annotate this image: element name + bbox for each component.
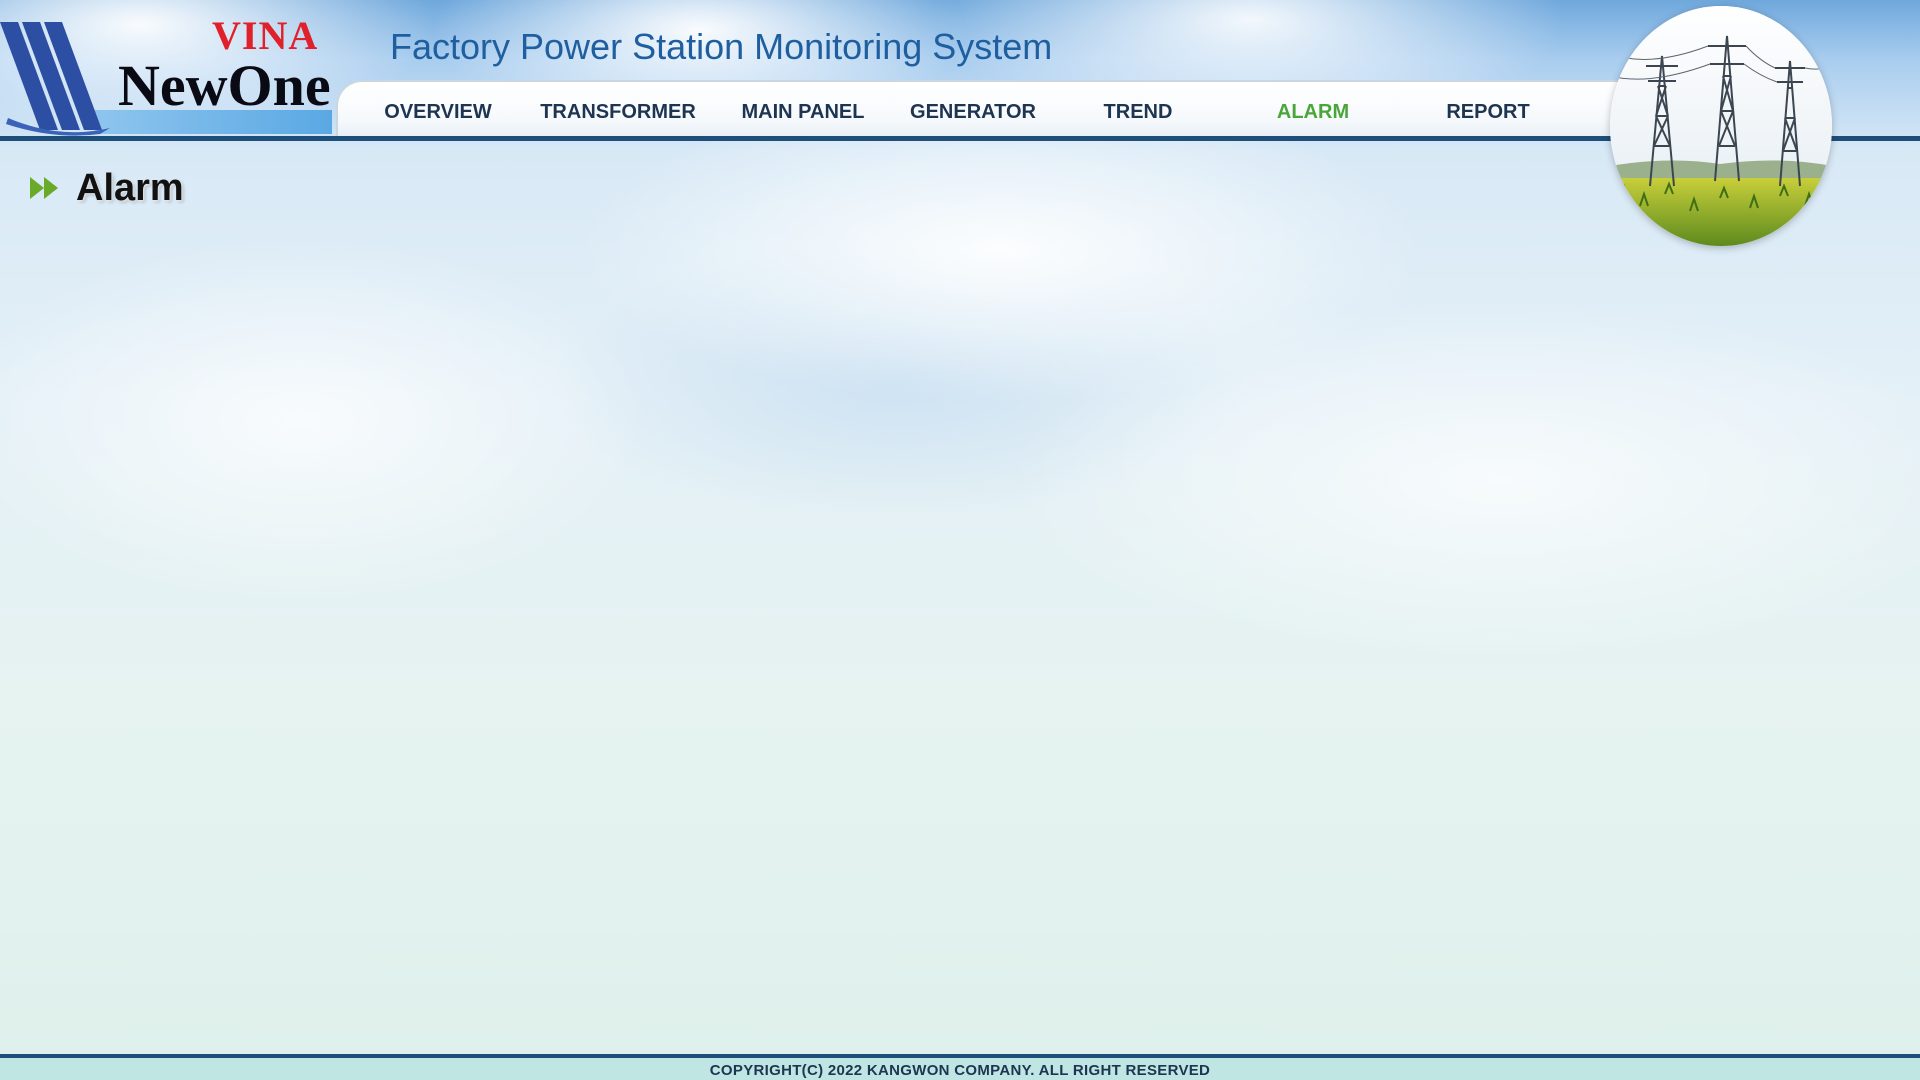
page-title: Alarm (76, 166, 184, 209)
footer: COPYRIGHT(C) 2022 KANGWON COMPANY. ALL R… (0, 1058, 1920, 1080)
power-tower-icon (1610, 6, 1832, 246)
page-heading: Alarm (28, 165, 184, 211)
nav-generator[interactable]: GENERATOR (898, 82, 1048, 138)
app-title: Factory Power Station Monitoring System (390, 26, 1053, 67)
main-nav: OVERVIEW TRANSFORMER MAIN PANEL GENERATO… (336, 80, 1636, 136)
nav-trend[interactable]: TREND (1083, 82, 1193, 138)
copyright-text: COPYRIGHT(C) 2022 KANGWON COMPANY. ALL R… (709, 1062, 1211, 1079)
logo-text-newone: NewOne (118, 53, 331, 118)
page: VINA NewOne Factory Power Station Monito… (0, 0, 1920, 1080)
header: VINA NewOne Factory Power Station Monito… (0, 0, 1920, 246)
nav-overview[interactable]: OVERVIEW (368, 82, 508, 138)
nav-transformer[interactable]: TRANSFORMER (538, 82, 698, 138)
company-logo[interactable]: VINA NewOne (0, 0, 335, 136)
nav-alarm[interactable]: ALARM (1258, 82, 1368, 138)
nav-report[interactable]: REPORT (1433, 82, 1543, 138)
power-tower-image (1610, 6, 1832, 246)
nav-main-panel[interactable]: MAIN PANEL (728, 82, 878, 138)
double-chevron-right-icon (30, 177, 58, 199)
